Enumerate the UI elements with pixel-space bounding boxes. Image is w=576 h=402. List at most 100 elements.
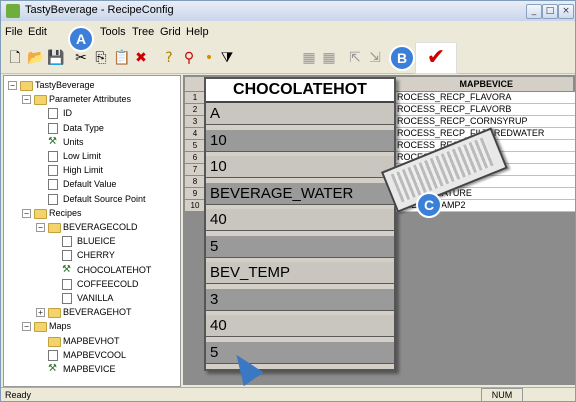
tree-node[interactable]: Default Value <box>4 179 174 191</box>
recipe-value-cell[interactable]: BEVERAGE_WATER <box>206 182 394 205</box>
row-number: 2 <box>185 104 206 115</box>
tree-node[interactable]: Default Source Point <box>4 193 174 206</box>
row-number: 10 <box>185 200 206 211</box>
folder-icon <box>48 223 61 233</box>
row-number: 4 <box>185 128 206 139</box>
row-number: 9 <box>185 188 206 199</box>
tree-expander-icon[interactable]: − <box>22 95 31 105</box>
tree-node[interactable]: MAPBEVCOOL <box>4 349 174 362</box>
tree-node[interactable]: − Recipes <box>4 208 174 220</box>
help-icon[interactable]: ? <box>161 50 177 66</box>
find-icon[interactable]: ⚲ <box>181 50 197 66</box>
row-number: 1 <box>185 92 206 103</box>
open-icon[interactable]: 📂 <box>27 50 44 66</box>
tree-node[interactable]: − BEVERAGECOLD <box>4 222 174 234</box>
tree-node[interactable]: BLUEICE <box>4 236 174 248</box>
tree-expander-icon[interactable]: − <box>22 322 31 332</box>
menu-file[interactable]: File <box>5 26 23 38</box>
tool-icon: ⚒ <box>48 363 57 374</box>
tree-node-label: Units <box>63 136 84 147</box>
tree-expander-icon[interactable]: − <box>8 81 17 90</box>
tree-node[interactable]: COFFEECOLD <box>4 278 174 291</box>
recipe-popup: CHOCOLATEHOT A 10 10 BEVERAGE_WATER 40 5 BEV_T… <box>204 77 396 371</box>
folder-icon <box>34 95 47 106</box>
new-icon[interactable]: 🗋 <box>7 50 23 66</box>
row-number: 3 <box>185 116 206 127</box>
tree-expander-icon[interactable]: − <box>36 223 45 232</box>
tree-node-label: TastyBeverage <box>35 80 95 90</box>
menu-edit[interactable]: Edit <box>28 26 47 38</box>
tree-node[interactable]: + BEVERAGEHOT <box>4 307 174 319</box>
recipe-value-cell[interactable]: 10 <box>206 129 394 152</box>
tree-node[interactable]: ⚒ MAPBEVICE <box>4 364 174 376</box>
recipe-tree[interactable]: − TastyBeverage − Parameter Attributes ID Dat… <box>3 75 181 387</box>
recipe-value-cell[interactable]: 5 <box>206 235 394 258</box>
tree-node[interactable]: − Parameter Attributes <box>4 94 174 106</box>
validate-icon[interactable]: ✔ <box>415 42 457 74</box>
menu-grid[interactable]: Grid <box>160 26 181 38</box>
recipe-value-cell[interactable]: 3 <box>206 288 394 311</box>
status-bar: Ready NUM <box>1 387 575 401</box>
tree-node-label: High Limit <box>63 165 104 176</box>
menu-tools[interactable]: Tools <box>100 26 126 38</box>
grid-icon[interactable]: ▦ <box>301 50 317 66</box>
tree-node[interactable]: CHERRY <box>4 250 174 262</box>
tree-node-label: CHERRY <box>77 250 115 261</box>
save-icon[interactable]: 💾 <box>47 50 64 66</box>
num-lock-indicator: NUM <box>481 388 523 401</box>
tool-icon: ⚒ <box>48 135 57 147</box>
paste-icon[interactable]: 📋 <box>113 50 130 66</box>
tree-node[interactable]: MAPBEVHOT <box>4 336 174 348</box>
filter-icon[interactable]: ⧩ <box>219 50 235 66</box>
minimize-icon[interactable]: _ <box>526 4 542 19</box>
maximize-icon[interactable]: □ <box>542 4 558 19</box>
tree-node[interactable]: − TastyBeverage <box>4 80 174 92</box>
menu-tree[interactable]: Tree <box>132 26 154 38</box>
bullet-icon[interactable]: • <box>201 50 217 66</box>
recipe-value-cell[interactable]: 40 <box>206 209 394 231</box>
menu-help[interactable]: Help <box>186 26 209 38</box>
tree-node[interactable]: High Limit <box>4 165 174 177</box>
tree-node-label: BEVERAGEHOT <box>63 307 132 318</box>
tree-node-label: MAPBEVHOT <box>63 335 120 346</box>
delete-icon[interactable]: ✖ <box>133 50 149 66</box>
recipe-value-cell[interactable]: 40 <box>206 315 394 337</box>
folder-icon <box>34 208 47 219</box>
tree-node-label: CHOCOLATEHOT <box>77 264 152 275</box>
cut-icon[interactable]: ✂ <box>73 50 89 66</box>
tree-node[interactable]: ID <box>4 108 174 120</box>
tree-node[interactable]: ⚒ CHOCOLATEHOT <box>4 264 174 277</box>
row-value[interactable]: ROCESS_RECP_FLAVORB <box>395 104 575 116</box>
recipe-value-cell[interactable]: 10 <box>206 156 394 178</box>
row-value[interactable]: ROCESS_RECP_FLAVORA <box>395 92 575 104</box>
recipe-value-cell[interactable]: BEV_TEMP <box>206 262 394 284</box>
tree-node[interactable]: VANILLA <box>4 293 174 305</box>
tree-expander-icon[interactable]: + <box>36 308 45 318</box>
import-icon[interactable]: ⇲ <box>367 50 383 66</box>
main-window: TastyBeverage - RecipeConfig _ □ × File … <box>0 0 576 402</box>
annotation-a: A <box>68 26 94 52</box>
tree-node-label: BEVERAGECOLD <box>63 222 138 232</box>
copy-icon[interactable]: ⎘ <box>93 50 109 66</box>
export-icon[interactable]: ⇱ <box>347 50 363 66</box>
tree-node[interactable]: Data Type <box>4 122 174 135</box>
close-icon[interactable]: × <box>558 4 574 19</box>
row-value[interactable]: ROCESS_RECP_CORNSYRUP <box>395 116 575 128</box>
annotation-b: B <box>389 45 415 71</box>
annotation-c: C <box>416 192 442 218</box>
tree-expander-icon[interactable]: − <box>22 208 31 218</box>
grid-icon[interactable]: ▦ <box>321 50 337 66</box>
row-number: 7 <box>185 164 206 175</box>
tree-node[interactable]: − Maps <box>4 321 174 333</box>
row-number: 6 <box>185 152 206 163</box>
tree-node[interactable]: Low Limit <box>4 151 174 163</box>
folder-icon <box>34 322 47 333</box>
folder-icon <box>48 308 61 319</box>
page-icon <box>48 122 58 134</box>
tree-node[interactable]: ⚒ Units <box>4 135 174 149</box>
column-header-label: MAPBEVICE <box>459 79 513 89</box>
tree-node-label: BLUEICE <box>77 236 116 247</box>
row-number: 8 <box>185 176 206 187</box>
recipe-value-cell[interactable]: A <box>206 103 394 125</box>
tree-node-label: MAPBEVICE <box>63 364 116 374</box>
